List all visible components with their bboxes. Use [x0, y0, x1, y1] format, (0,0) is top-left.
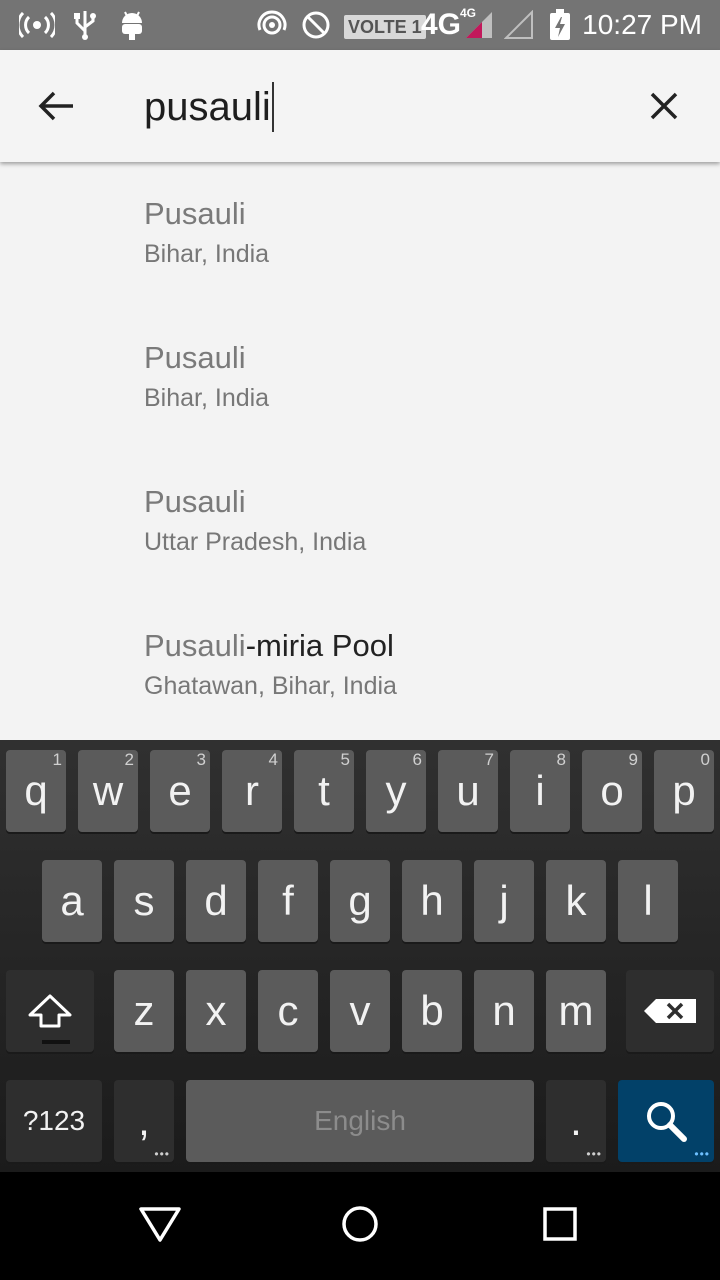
- shift-indicator: [42, 1040, 70, 1044]
- do-not-disturb-icon: [300, 8, 332, 42]
- search-bar: pusauli: [0, 50, 720, 162]
- key-x[interactable]: x: [186, 970, 246, 1052]
- search-query-text: pusauli: [144, 85, 271, 129]
- nav-recents-button[interactable]: [528, 1192, 592, 1256]
- backspace-icon: [644, 999, 696, 1023]
- key-v[interactable]: v: [330, 970, 390, 1052]
- soft-keyboard: q1 w2 e3 r4 t5 y6 u7 i8 o9 p0 a s d f g …: [0, 740, 720, 1172]
- home-circle-icon: [342, 1206, 378, 1242]
- search-input[interactable]: pusauli: [144, 80, 274, 134]
- suggestion-subtitle: Bihar, India: [144, 240, 270, 268]
- backspace-key[interactable]: [626, 970, 714, 1052]
- key-y[interactable]: y6: [366, 750, 426, 832]
- key-b[interactable]: b: [402, 970, 462, 1052]
- more-dots: •••: [694, 1147, 710, 1161]
- signal-sim1-icon: [464, 8, 494, 42]
- status-bar: VOLTE 1 4G 4G 10:27 PM: [0, 0, 720, 50]
- comma-key[interactable]: , •••: [114, 1080, 174, 1162]
- suggestion-subtitle: Ghatawan, Bihar, India: [144, 672, 397, 700]
- key-i[interactable]: i8: [510, 750, 570, 832]
- suggestion-title: Pusauli: [144, 340, 246, 375]
- key-t[interactable]: t5: [294, 750, 354, 832]
- key-h[interactable]: h: [402, 860, 462, 942]
- suggestion-subtitle: Bihar, India: [144, 384, 270, 412]
- key-w[interactable]: w2: [78, 750, 138, 832]
- usb-icon: [72, 8, 98, 42]
- key-p[interactable]: p0: [654, 750, 714, 832]
- key-o[interactable]: o9: [582, 750, 642, 832]
- clock: 10:27 PM: [582, 9, 702, 40]
- hotspot-icon: [18, 8, 56, 42]
- key-n[interactable]: n: [474, 970, 534, 1052]
- suggestion-title: Pusauli-miria Pool: [144, 628, 394, 663]
- key-e[interactable]: e3: [150, 750, 210, 832]
- key-r[interactable]: r4: [222, 750, 282, 832]
- shift-arrow-icon: [28, 994, 72, 1028]
- battery-charging-icon: [548, 8, 572, 42]
- signal-sim2-icon: [504, 8, 534, 42]
- key-a[interactable]: a: [42, 860, 102, 942]
- wifi-calling-icon: [256, 8, 288, 42]
- suggestion-title: Pusauli: [144, 196, 246, 231]
- android-debug-icon: [118, 8, 146, 42]
- back-triangle-icon: [139, 1207, 181, 1242]
- suggestion-item[interactable]: Pusauli-miria Pool Ghatawan, Bihar, Indi…: [0, 594, 720, 738]
- more-dots: •••: [586, 1147, 602, 1161]
- suggestion-title: Pusauli: [144, 484, 246, 519]
- suggestion-subtitle: Uttar Pradesh, India: [144, 528, 367, 556]
- suggestion-item[interactable]: Pusauli Bihar, India: [0, 162, 720, 306]
- nav-home-button[interactable]: [328, 1192, 392, 1256]
- key-k[interactable]: k: [546, 860, 606, 942]
- suggestion-item[interactable]: Pusauli Bihar, India: [0, 306, 720, 450]
- suggestion-item[interactable]: Pusauli Uttar Pradesh, India: [0, 450, 720, 594]
- period-key[interactable]: . •••: [546, 1080, 606, 1162]
- key-c[interactable]: c: [258, 970, 318, 1052]
- key-g[interactable]: g: [330, 860, 390, 942]
- search-action-key[interactable]: •••: [618, 1080, 714, 1162]
- key-j[interactable]: j: [474, 860, 534, 942]
- more-dots: •••: [154, 1147, 170, 1161]
- symbols-key[interactable]: ?123: [6, 1080, 102, 1162]
- nav-back-button[interactable]: [128, 1192, 192, 1256]
- key-m[interactable]: m: [546, 970, 606, 1052]
- close-icon: [650, 92, 678, 120]
- key-l[interactable]: l: [618, 860, 678, 942]
- key-d[interactable]: d: [186, 860, 246, 942]
- key-s[interactable]: s: [114, 860, 174, 942]
- network-type-label: 4G: [421, 8, 462, 41]
- suggestion-list: Pusauli Bihar, India Pusauli Bihar, Indi…: [0, 162, 720, 740]
- navigation-bar: [0, 1172, 720, 1280]
- key-q[interactable]: q1: [6, 750, 66, 832]
- back-button[interactable]: [30, 80, 82, 132]
- arrow-back-icon: [38, 91, 73, 121]
- screen: VOLTE 1 4G 4G 10:27 PM pusauli Pusauli B…: [0, 0, 720, 1280]
- key-f[interactable]: f: [258, 860, 318, 942]
- key-z[interactable]: z: [114, 970, 174, 1052]
- volte-badge: VOLTE 1: [344, 15, 426, 39]
- clear-button[interactable]: [638, 80, 690, 132]
- space-key[interactable]: English: [186, 1080, 534, 1162]
- search-icon: [647, 1102, 687, 1142]
- recents-square-icon: [543, 1207, 577, 1241]
- text-cursor: [271, 82, 274, 132]
- shift-key[interactable]: [6, 970, 94, 1052]
- key-u[interactable]: u7: [438, 750, 498, 832]
